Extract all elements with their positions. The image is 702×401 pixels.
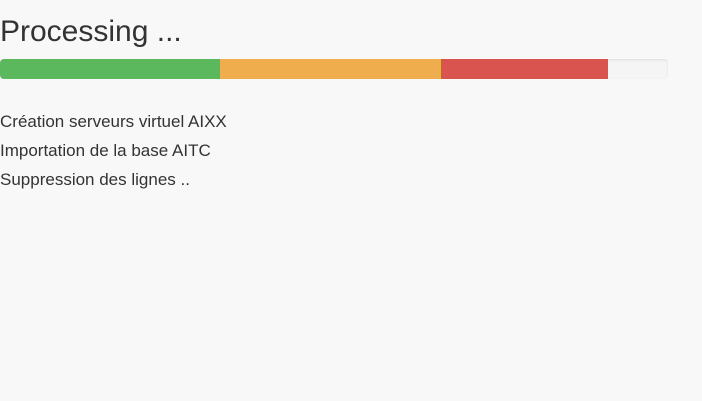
step-item-import-database: Importation de la base AITC xyxy=(0,141,211,160)
step-item-create-servers: Création serveurs virtuel AIXX xyxy=(0,112,227,131)
page-title: Processing ... xyxy=(0,15,182,48)
progress-segment-warning xyxy=(220,59,441,79)
processing-page: Processing ... Création serveurs virtuel… xyxy=(0,0,702,401)
progress-segment-danger xyxy=(440,59,608,79)
step-item-delete-lines: Suppression des lignes .. xyxy=(0,170,190,189)
progress-segment-success xyxy=(0,59,221,79)
progress-bar xyxy=(0,59,668,79)
step-list: Création serveurs virtuel AIXX Importati… xyxy=(0,107,227,194)
